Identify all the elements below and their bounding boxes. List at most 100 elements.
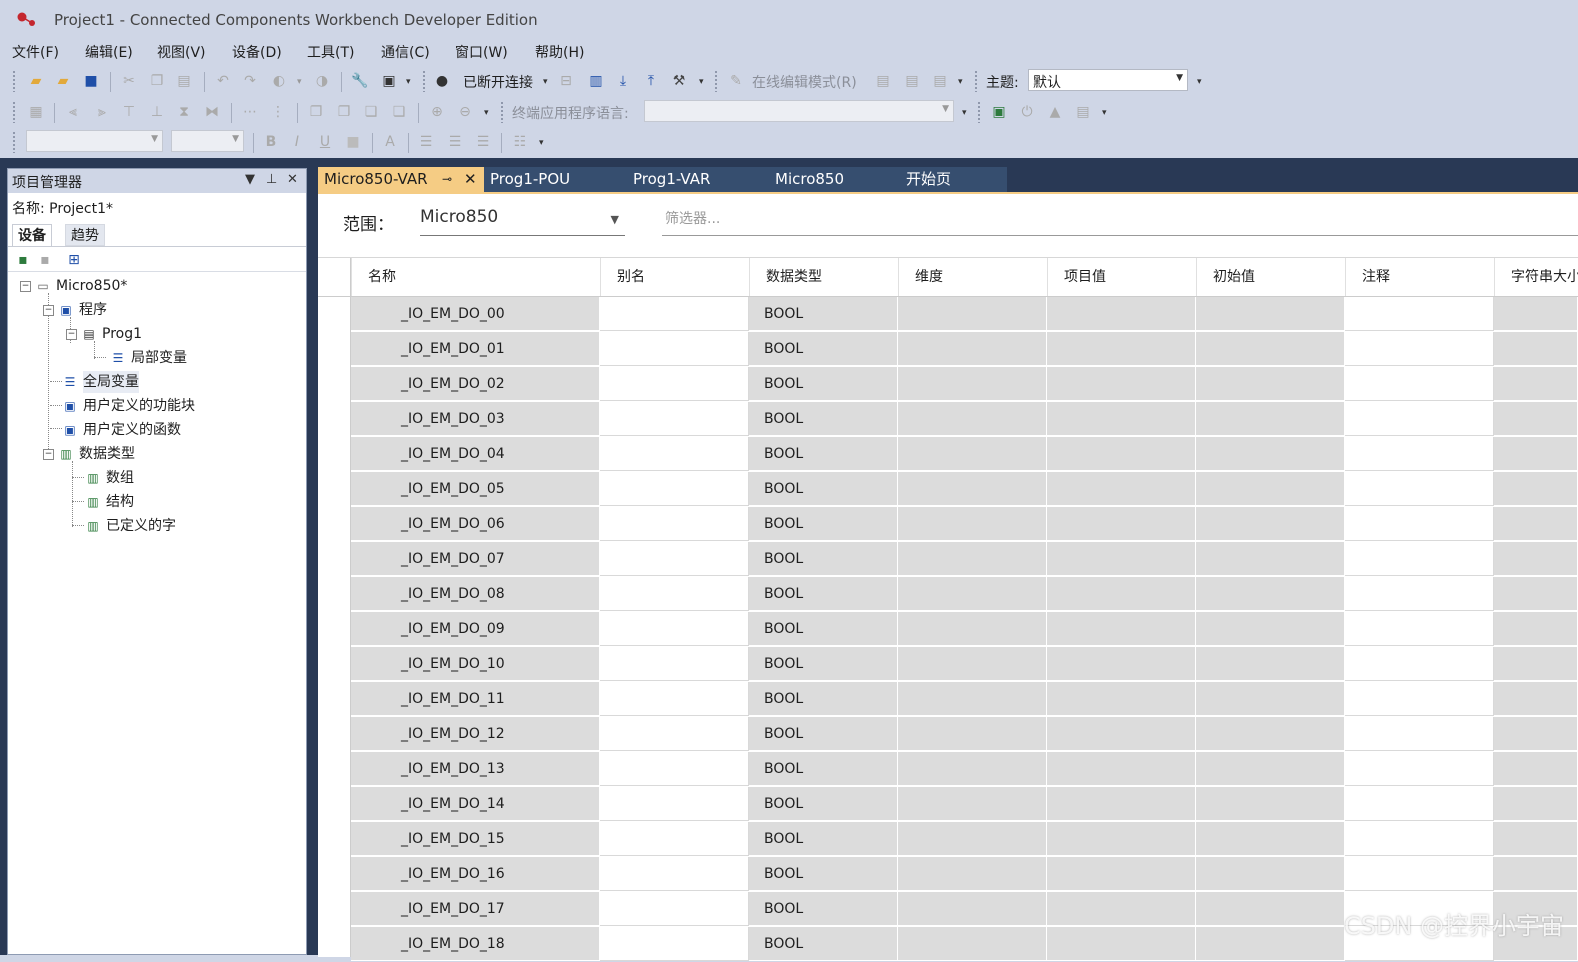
tab-trends[interactable]: 趋势	[65, 224, 105, 246]
menu-help[interactable]: 帮助(H)	[535, 42, 584, 62]
cell-alias[interactable]	[600, 402, 749, 436]
cell-alias[interactable]	[600, 787, 749, 821]
cell-datatype[interactable]: BOOL	[749, 752, 898, 786]
distribute-vertical-icon[interactable]: ⋮	[269, 103, 287, 121]
cell-alias[interactable]	[600, 927, 749, 961]
toolbox-icon[interactable]: ▣	[380, 72, 398, 90]
bullet-list-icon[interactable]: ☷	[511, 133, 529, 151]
download-icon[interactable]: ⤓	[614, 72, 632, 90]
cell-initial-value[interactable]	[1196, 892, 1345, 926]
column-header-alias[interactable]: 别名	[600, 258, 749, 296]
cell-alias[interactable]	[600, 577, 749, 611]
menu-view[interactable]: 视图(V)	[157, 42, 206, 62]
tree-node-udfb[interactable]: ▣ 用户定义的功能块	[62, 395, 195, 417]
toolbar-overflow-icon[interactable]: ▾	[958, 77, 963, 87]
column-header-initial-value[interactable]: 初始值	[1196, 258, 1345, 296]
italic-icon[interactable]: I	[288, 133, 306, 151]
cell-alias[interactable]	[600, 297, 749, 331]
font-name-select[interactable]: ▼	[26, 130, 163, 152]
align-left-icon[interactable]: ⫷	[64, 103, 82, 121]
tree-node-defined-words[interactable]: ▥ 已定义的字	[85, 515, 176, 537]
cell-datatype[interactable]: BOOL	[749, 402, 898, 436]
cell-initial-value[interactable]	[1196, 507, 1345, 541]
cell-name[interactable]: _IO_EM_DO_08	[351, 577, 600, 611]
device-icon[interactable]: ▤	[1074, 103, 1092, 121]
cell-alias[interactable]	[600, 367, 749, 401]
redo-icon[interactable]: ↷	[241, 72, 259, 90]
text-align-center-icon[interactable]: ☰	[446, 133, 464, 151]
forward-icon[interactable]: ◑	[313, 72, 331, 90]
distribute-horizontal-icon[interactable]: ⋯	[241, 103, 259, 121]
cell-datatype[interactable]: BOOL	[749, 927, 898, 961]
tree-node-micro850[interactable]: − ▭ Micro850*	[20, 275, 127, 297]
cell-string-size[interactable]	[1494, 437, 1578, 471]
tree-node-datatypes[interactable]: − ▥ 数据类型	[43, 443, 135, 465]
cell-alias[interactable]	[600, 332, 749, 366]
back-dropdown-icon[interactable]: ▾	[297, 77, 302, 87]
cell-dimension[interactable]	[898, 787, 1047, 821]
cell-project-value[interactable]	[1047, 752, 1196, 786]
theme-select[interactable]: 默认 ▼	[1028, 69, 1188, 91]
toolbar-grip[interactable]	[974, 70, 978, 92]
cell-name[interactable]: _IO_EM_DO_15	[351, 822, 600, 856]
table-row[interactable]: _IO_EM_DO_07 BOOL	[351, 542, 1578, 577]
cell-comment[interactable]	[1345, 717, 1494, 751]
toolbar-grip[interactable]	[12, 101, 16, 123]
cell-comment[interactable]	[1345, 752, 1494, 786]
table-row[interactable]: _IO_EM_DO_05 BOOL	[351, 472, 1578, 507]
cell-initial-value[interactable]	[1196, 402, 1345, 436]
cell-name[interactable]: _IO_EM_DO_18	[351, 927, 600, 961]
cell-alias[interactable]	[600, 507, 749, 541]
table-row[interactable]: _IO_EM_DO_16 BOOL	[351, 857, 1578, 892]
menu-edit[interactable]: 编辑(E)	[85, 42, 133, 62]
cell-initial-value[interactable]	[1196, 682, 1345, 716]
table-row[interactable]: _IO_EM_DO_08 BOOL	[351, 577, 1578, 612]
cell-string-size[interactable]	[1494, 542, 1578, 576]
cell-initial-value[interactable]	[1196, 577, 1345, 611]
cell-datatype[interactable]: BOOL	[749, 787, 898, 821]
cell-dimension[interactable]	[898, 472, 1047, 506]
cell-dimension[interactable]	[898, 332, 1047, 366]
warning-icon[interactable]: ▲	[1046, 103, 1064, 121]
cell-project-value[interactable]	[1047, 927, 1196, 961]
screen-icon[interactable]: ▣	[990, 103, 1008, 121]
cell-initial-value[interactable]	[1196, 927, 1345, 961]
cell-initial-value[interactable]	[1196, 332, 1345, 366]
grid-icon[interactable]: ▦	[27, 103, 45, 121]
cell-project-value[interactable]	[1047, 332, 1196, 366]
cell-string-size[interactable]	[1494, 402, 1578, 436]
pin-icon[interactable]: ⊸	[442, 167, 452, 192]
toolbar-grip[interactable]	[500, 101, 504, 123]
cell-name[interactable]: _IO_EM_DO_04	[351, 437, 600, 471]
text-align-right-icon[interactable]: ☰	[474, 133, 492, 151]
upload-icon[interactable]: ⤒	[642, 72, 660, 90]
cell-dimension[interactable]	[898, 542, 1047, 576]
tree-node-structs[interactable]: ▥ 结构	[85, 491, 134, 513]
align-top-icon[interactable]: ⊤	[120, 103, 138, 121]
undo-icon[interactable]: ↶	[214, 72, 232, 90]
cell-project-value[interactable]	[1047, 437, 1196, 471]
cell-initial-value[interactable]	[1196, 437, 1345, 471]
paste-icon[interactable]: ▤	[175, 72, 193, 90]
tab-prog1-var[interactable]: Prog1-VAR	[627, 167, 769, 192]
cell-project-value[interactable]	[1047, 892, 1196, 926]
cell-initial-value[interactable]	[1196, 367, 1345, 401]
cell-project-value[interactable]	[1047, 402, 1196, 436]
bring-front-icon[interactable]: ❐	[307, 103, 325, 121]
cell-datatype[interactable]: BOOL	[749, 437, 898, 471]
close-icon[interactable]: ✕	[464, 167, 477, 192]
toolbar-overflow-icon[interactable]: ▾	[699, 77, 704, 87]
group-icon[interactable]: ❏	[362, 103, 380, 121]
cell-comment[interactable]	[1345, 542, 1494, 576]
cell-string-size[interactable]	[1494, 822, 1578, 856]
send-back-icon[interactable]: ❐	[335, 103, 353, 121]
cell-dimension[interactable]	[898, 612, 1047, 646]
row-header-corner[interactable]	[318, 258, 351, 296]
menu-device[interactable]: 设备(D)	[232, 42, 282, 62]
cell-project-value[interactable]	[1047, 647, 1196, 681]
cell-alias[interactable]	[600, 752, 749, 786]
cell-comment[interactable]	[1345, 332, 1494, 366]
table-row[interactable]: _IO_EM_DO_04 BOOL	[351, 437, 1578, 472]
zoom-in-icon[interactable]: ⊕	[428, 103, 446, 121]
test-edits-icon[interactable]: ▤	[903, 72, 921, 90]
